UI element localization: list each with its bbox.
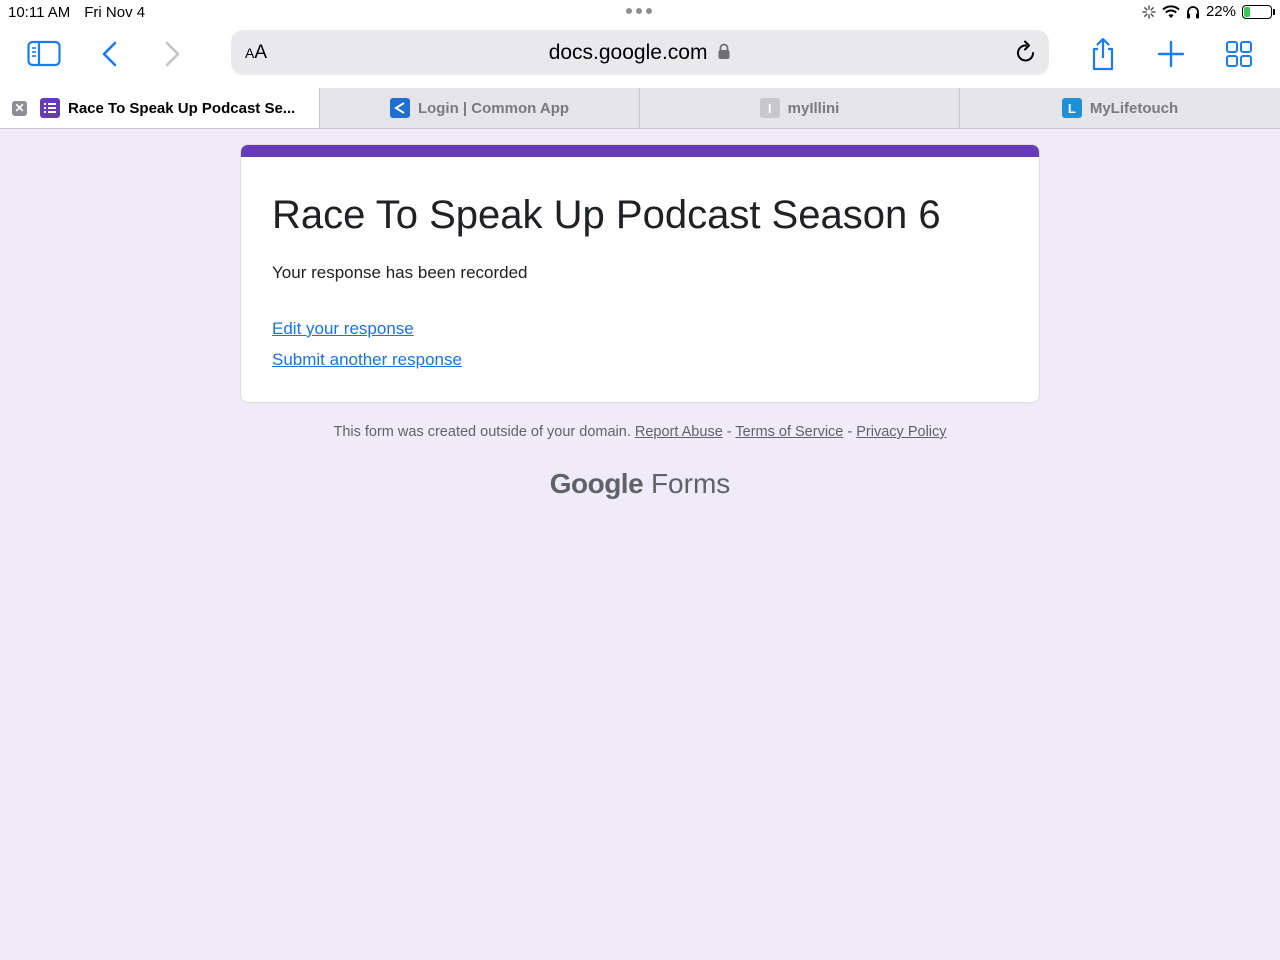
close-tab-icon[interactable]: ✕ (12, 101, 27, 116)
domain-notice: This form was created outside of your do… (333, 424, 631, 440)
back-icon[interactable] (90, 36, 130, 72)
status-bar: 10:11 AM Fri Nov 4 22% (0, 0, 1280, 26)
submit-another-response-link[interactable]: Submit another response (272, 350, 462, 370)
tab-label: MyLifetouch (1089, 99, 1179, 117)
address-bar[interactable]: AA docs.google.com (231, 30, 1049, 75)
battery-percentage: 22% (1205, 3, 1236, 20)
forward-icon[interactable] (152, 36, 192, 72)
google-wordmark: Google (549, 468, 644, 499)
privacy-policy-link[interactable]: Privacy Policy (856, 424, 946, 440)
mylifetouch-favicon-icon: L (1061, 98, 1082, 118)
tab-label: Race To Speak Up Podcast Se... (68, 99, 296, 117)
terms-of-service-link[interactable]: Terms of Service (735, 424, 843, 440)
tab-common-app[interactable]: Login | Common App (320, 88, 640, 128)
browser-toolbar: AA docs.google.com (0, 26, 1280, 88)
status-right: 22% (1142, 3, 1275, 20)
headphones-icon (1186, 5, 1199, 18)
multitasking-dots-icon[interactable] (626, 8, 652, 14)
lock-icon (718, 43, 730, 59)
confirmation-message: Your response has been recorded (272, 263, 528, 282)
tab-bar: ✕ Race To Speak Up Podcast Se... Login |… (0, 88, 1280, 129)
tab-race-to-speak-up[interactable]: ✕ Race To Speak Up Podcast Se... (0, 88, 320, 128)
new-tab-icon[interactable] (1151, 36, 1191, 72)
form-title: Race To Speak Up Podcast Season 6 (272, 193, 941, 237)
wifi-icon (1162, 4, 1180, 18)
status-time: 10:11 AM (8, 4, 71, 21)
sidebar-icon[interactable] (24, 36, 64, 72)
report-abuse-link[interactable]: Report Abuse (635, 424, 723, 440)
url-field[interactable]: docs.google.com (231, 41, 1049, 65)
battery-level (1244, 6, 1250, 17)
form-footer: This form was created outside of your do… (333, 424, 947, 440)
tab-mylifetouch[interactable]: L MyLifetouch (960, 88, 1280, 128)
tab-myillini[interactable]: I myIllini (640, 88, 960, 128)
activity-spinner-icon (1142, 4, 1156, 19)
myillini-favicon-icon: I (759, 98, 780, 118)
tab-overview-icon[interactable] (1219, 36, 1259, 72)
share-icon[interactable] (1083, 36, 1123, 72)
google-forms-favicon-icon (40, 98, 60, 118)
status-left: 10:11 AM Fri Nov 4 (8, 4, 145, 21)
status-date: Fri Nov 4 (84, 4, 146, 21)
battery-icon (1242, 4, 1275, 19)
google-forms-logo[interactable]: Google Forms (0, 468, 1280, 500)
tab-label: Login | Common App (417, 99, 570, 117)
form-confirmation-card: Race To Speak Up Podcast Season 6 Your r… (240, 144, 1040, 403)
reload-icon[interactable] (1015, 40, 1037, 69)
tab-label: myIllini (787, 99, 840, 117)
edit-response-link[interactable]: Edit your response (272, 319, 414, 339)
forms-wordmark: Forms (650, 468, 731, 499)
form-accent-bar (241, 145, 1039, 157)
common-app-favicon-icon (389, 98, 410, 118)
